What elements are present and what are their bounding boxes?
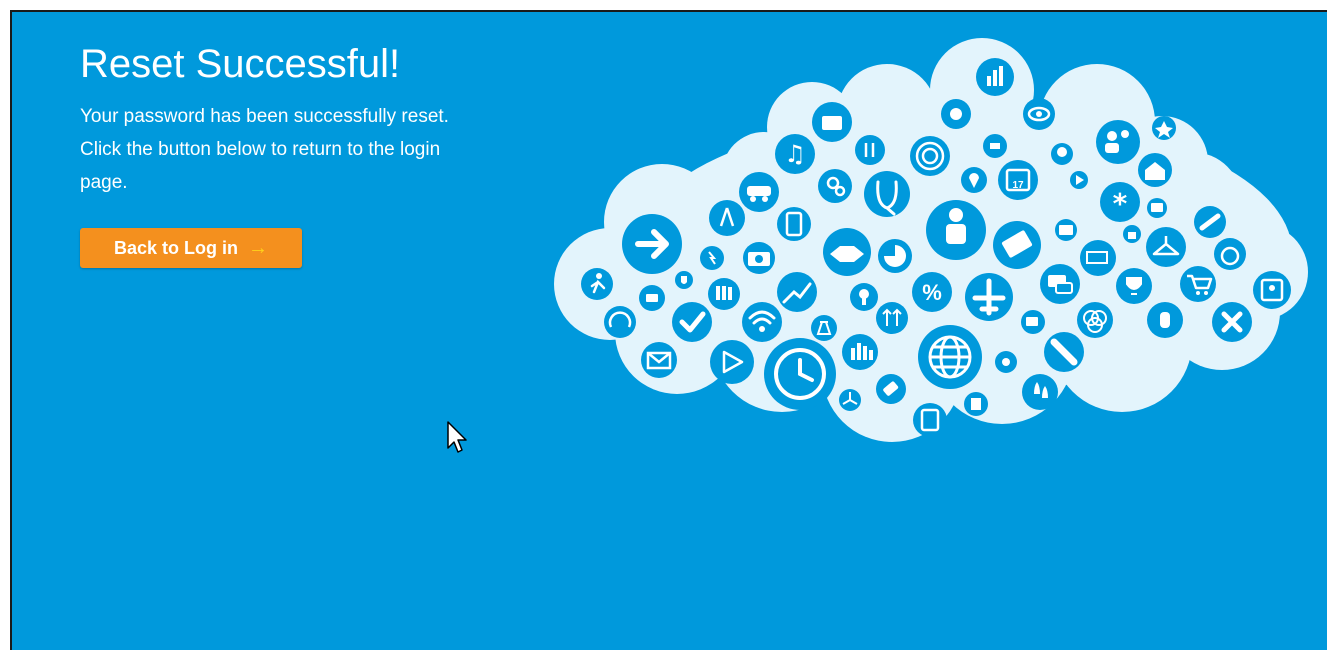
card-icon — [646, 294, 658, 302]
mouse-cursor-icon — [447, 421, 467, 453]
org-chart-icon — [990, 143, 1000, 149]
shield-icon — [681, 276, 687, 284]
hanger-icon-circle — [1146, 227, 1186, 267]
compass-icon-circle — [709, 200, 745, 236]
document-icon — [971, 398, 981, 410]
medkit-icon — [1059, 225, 1073, 235]
people-icon-circle — [1096, 120, 1140, 164]
tablet-icon-circle — [913, 403, 947, 437]
arrows-up-icon-circle — [876, 302, 908, 334]
asterisk-icon: * — [1113, 187, 1128, 220]
flask-icon-circle — [811, 315, 837, 341]
puzzle-icon — [950, 108, 962, 120]
percent-icon: % — [922, 280, 942, 305]
page-background: Reset Successful! Your password has been… — [10, 10, 1327, 650]
icon-cloud-illustration: % 17 ♫ * — [554, 38, 1308, 442]
touch-icon — [1160, 312, 1170, 328]
back-to-login-label: Back to Log in — [113, 237, 238, 258]
runner-icon — [596, 273, 602, 279]
coffee-icon — [1026, 317, 1038, 326]
lock-icon — [1128, 232, 1136, 239]
envelope-icon-circle — [641, 342, 677, 378]
people-icon — [1107, 131, 1117, 141]
stethoscope-icon-circle — [864, 171, 910, 217]
wifi-icon-circle — [742, 302, 782, 342]
bar-chart-icon — [987, 76, 991, 86]
person-icon — [949, 208, 963, 222]
checkmark-icon-circle — [672, 302, 712, 342]
back-to-login-button[interactable]: Back to Log in → — [80, 228, 302, 268]
reset-message-panel: Reset Successful! Your password has been… — [80, 40, 500, 199]
bulb-icon — [1057, 147, 1067, 157]
books-icon — [716, 286, 720, 300]
battery-icon-circle — [1080, 240, 1116, 276]
play-icon-circle — [710, 340, 754, 384]
briefcase-icon — [822, 116, 842, 130]
page-title: Reset Successful! — [80, 42, 401, 86]
calendar-day: 17 — [1012, 180, 1024, 191]
car-icon — [747, 186, 771, 196]
tools-icon-circle — [855, 135, 885, 165]
reset-message: Your password has been successfully rese… — [80, 106, 449, 193]
gears-icon-circle — [818, 169, 852, 203]
folder-icon — [1151, 203, 1163, 212]
music-icon: ♫ — [784, 140, 806, 168]
drops-icon-circle — [1022, 374, 1058, 410]
sun-icon — [1002, 358, 1010, 366]
chart-up-icon-circle — [777, 272, 817, 312]
equalizer-icon — [851, 348, 855, 360]
arrow-right-icon: → — [248, 237, 268, 259]
